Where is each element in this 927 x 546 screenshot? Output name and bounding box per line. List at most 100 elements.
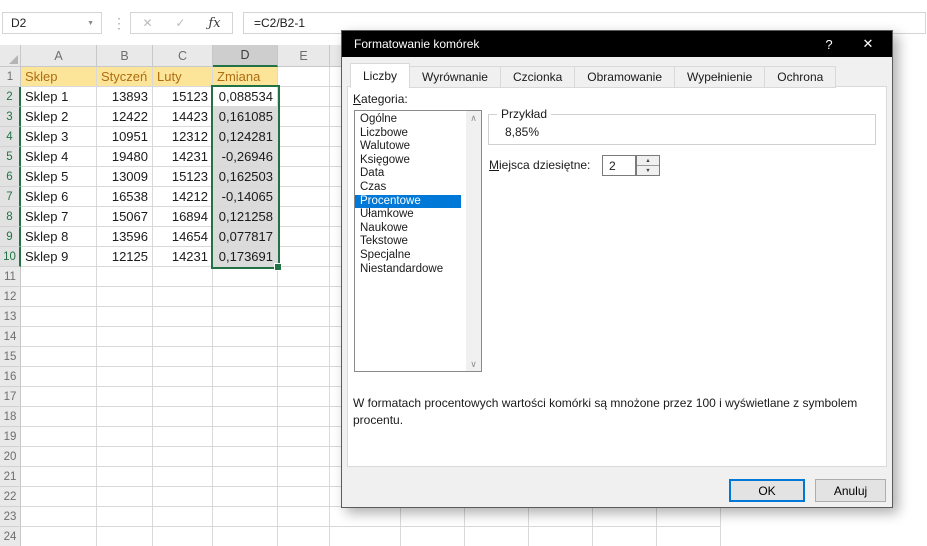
row-header[interactable]: 5 xyxy=(0,147,21,167)
cell[interactable] xyxy=(278,427,330,447)
cell[interactable] xyxy=(213,347,278,367)
cell[interactable] xyxy=(97,507,153,527)
cell[interactable]: Sklep xyxy=(21,67,97,87)
cell[interactable] xyxy=(529,527,593,546)
cell[interactable] xyxy=(278,207,330,227)
cell[interactable] xyxy=(278,227,330,247)
cell[interactable]: 14654 xyxy=(153,227,213,247)
cell[interactable] xyxy=(657,527,721,546)
cell[interactable] xyxy=(278,467,330,487)
cell[interactable]: 14231 xyxy=(153,147,213,167)
cell[interactable] xyxy=(153,507,213,527)
cell[interactable] xyxy=(213,427,278,447)
listbox-scrollbar[interactable]: ∧ ∨ xyxy=(466,111,481,371)
cell[interactable] xyxy=(21,427,97,447)
cell[interactable]: 0,162503 xyxy=(213,167,278,187)
cell[interactable] xyxy=(278,247,330,267)
cell[interactable]: 16894 xyxy=(153,207,213,227)
cell[interactable] xyxy=(153,387,213,407)
cell[interactable] xyxy=(153,307,213,327)
insert-function-icon[interactable]: ƒx xyxy=(208,16,220,31)
cell[interactable] xyxy=(21,467,97,487)
cell[interactable]: 0,173691 xyxy=(213,247,278,267)
cell[interactable] xyxy=(97,287,153,307)
cell[interactable] xyxy=(465,507,529,527)
row-header[interactable]: 1 xyxy=(0,67,21,87)
cell[interactable] xyxy=(278,527,330,546)
category-item[interactable]: Walutowe xyxy=(355,140,461,154)
cell[interactable]: 15123 xyxy=(153,167,213,187)
cell[interactable]: Sklep 6 xyxy=(21,187,97,207)
cell[interactable] xyxy=(278,387,330,407)
cell[interactable] xyxy=(213,507,278,527)
cell[interactable] xyxy=(278,307,330,327)
cell[interactable]: 15123 xyxy=(153,87,213,107)
row-header[interactable]: 2 xyxy=(0,87,21,107)
cell[interactable] xyxy=(213,367,278,387)
column-header[interactable]: D xyxy=(213,45,278,67)
cell[interactable]: 13596 xyxy=(97,227,153,247)
cell[interactable] xyxy=(97,387,153,407)
cell[interactable]: 10951 xyxy=(97,127,153,147)
cell[interactable]: Sklep 3 xyxy=(21,127,97,147)
cell[interactable] xyxy=(21,367,97,387)
cell[interactable] xyxy=(97,347,153,367)
row-header[interactable]: 17 xyxy=(0,387,21,407)
cell[interactable] xyxy=(153,427,213,447)
cell[interactable] xyxy=(278,407,330,427)
cell[interactable] xyxy=(21,387,97,407)
column-header[interactable]: C xyxy=(153,45,213,67)
cell[interactable] xyxy=(21,507,97,527)
spinner-up-icon[interactable]: ▲ xyxy=(637,156,659,166)
row-header[interactable]: 6 xyxy=(0,167,21,187)
cell[interactable] xyxy=(21,407,97,427)
cell[interactable] xyxy=(153,407,213,427)
cell[interactable] xyxy=(97,467,153,487)
cell[interactable]: 13893 xyxy=(97,87,153,107)
category-item[interactable]: Czas xyxy=(355,181,461,195)
category-item[interactable]: Niestandardowe xyxy=(355,263,461,277)
cell[interactable] xyxy=(21,267,97,287)
cell[interactable] xyxy=(278,147,330,167)
row-header[interactable]: 19 xyxy=(0,427,21,447)
name-box-dropdown-icon[interactable]: ▼ xyxy=(87,20,94,27)
cell[interactable] xyxy=(21,287,97,307)
cell[interactable]: Sklep 1 xyxy=(21,87,97,107)
category-item[interactable]: Naukowe xyxy=(355,222,461,236)
cell[interactable]: 0,077817 xyxy=(213,227,278,247)
row-header[interactable]: 22 xyxy=(0,487,21,507)
cell[interactable] xyxy=(153,367,213,387)
cell[interactable]: 14212 xyxy=(153,187,213,207)
cell[interactable] xyxy=(401,527,465,546)
dialog-tab[interactable]: Ochrona xyxy=(764,66,836,88)
cell[interactable] xyxy=(657,507,721,527)
row-header[interactable]: 9 xyxy=(0,227,21,247)
category-item[interactable]: Ogólne xyxy=(355,113,461,127)
cell[interactable] xyxy=(401,507,465,527)
cell[interactable]: 0,088534 xyxy=(213,87,278,107)
row-header[interactable]: 16 xyxy=(0,367,21,387)
cell[interactable] xyxy=(213,267,278,287)
cell[interactable] xyxy=(153,447,213,467)
cell[interactable] xyxy=(97,487,153,507)
row-header[interactable]: 21 xyxy=(0,467,21,487)
cell[interactable] xyxy=(21,447,97,467)
cell[interactable] xyxy=(278,347,330,367)
cell[interactable]: 14231 xyxy=(153,247,213,267)
cell[interactable] xyxy=(330,507,401,527)
cell[interactable] xyxy=(97,447,153,467)
name-box[interactable]: D2 ▼ xyxy=(2,12,102,34)
cell[interactable] xyxy=(97,427,153,447)
dialog-tab[interactable]: Obramowanie xyxy=(574,66,675,88)
dialog-help-icon[interactable]: ? xyxy=(814,31,844,57)
cell[interactable]: 0,161085 xyxy=(213,107,278,127)
cell[interactable] xyxy=(278,487,330,507)
row-header[interactable]: 23 xyxy=(0,507,21,527)
dialog-tab[interactable]: Czcionka xyxy=(500,66,575,88)
decimal-places-input[interactable]: 2 xyxy=(602,155,636,176)
cell[interactable] xyxy=(213,527,278,546)
enter-entry-icon[interactable]: ✓ xyxy=(175,16,185,30)
cell[interactable] xyxy=(593,527,657,546)
cell[interactable]: 12312 xyxy=(153,127,213,147)
dialog-tab[interactable]: Liczby xyxy=(350,63,410,88)
